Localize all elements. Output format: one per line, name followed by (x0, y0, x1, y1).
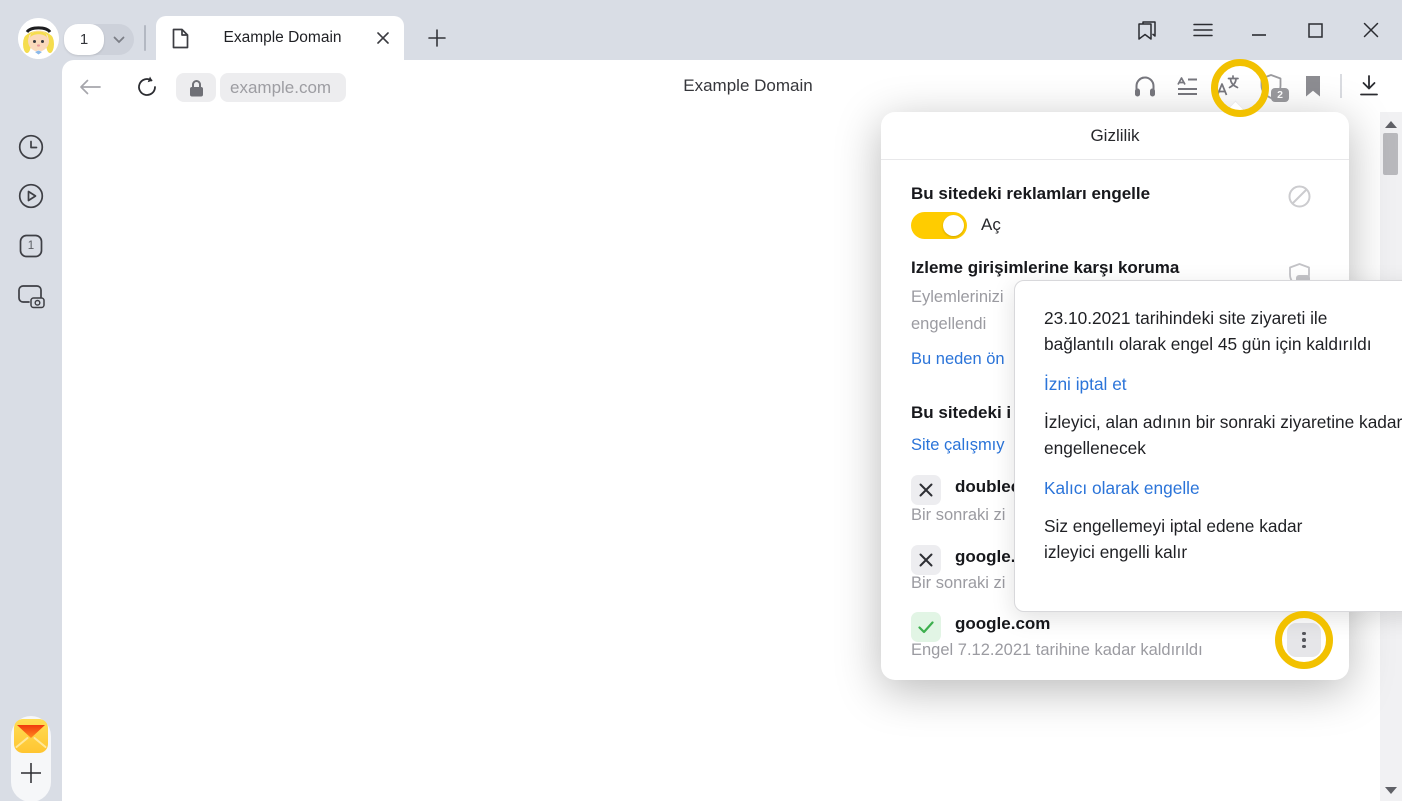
history-clock-icon[interactable] (9, 125, 53, 169)
tracker-status: Engel 7.12.2021 tarihine kadar kaldırıld… (911, 641, 1203, 660)
tab-example-domain[interactable]: Example Domain (156, 16, 404, 60)
screenshot-icon[interactable] (9, 274, 53, 318)
headphones-icon[interactable] (1124, 68, 1166, 104)
tab-close-icon[interactable] (376, 31, 390, 45)
tracker-name: google. (955, 547, 1015, 567)
site-not-working-link[interactable]: Site çalışmıy (911, 436, 1005, 455)
url-text: example.com (230, 78, 331, 98)
tracker-status: Bir sonraki zi (911, 506, 1005, 525)
play-icon[interactable] (9, 174, 53, 218)
profile-avatar[interactable] (18, 18, 59, 59)
page-title: Example Domain (600, 76, 896, 96)
shield-icon[interactable]: 2 (1250, 68, 1292, 104)
site-security-badge[interactable] (176, 73, 216, 102)
scroll-up-arrow[interactable] (1385, 121, 1397, 128)
close-icon[interactable] (1360, 19, 1382, 41)
window-controls (1136, 0, 1402, 60)
toolbar-icons: 2 (1124, 60, 1402, 112)
tracker-options-menu-icon[interactable] (1287, 623, 1321, 657)
revoke-description: İzleyici, alan adının bir sonraki ziyare… (1044, 409, 1402, 461)
tracker-status: Bir sonraki zi (911, 574, 1005, 593)
toggle-state-label: Aç (981, 215, 1001, 235)
new-tab-button[interactable] (424, 25, 450, 51)
minimize-icon[interactable] (1248, 19, 1270, 41)
tab-counter[interactable]: 1 (64, 24, 134, 55)
page-icon (172, 28, 189, 49)
tab-count-value: 1 (64, 24, 104, 55)
unblock-info-text: 23.10.2021 tarihindeki site ziyareti ile… (1044, 305, 1389, 357)
refresh-icon[interactable] (133, 73, 161, 101)
maximize-icon[interactable] (1304, 19, 1326, 41)
block-ads-heading: Bu sitedeki reklamları engelle (911, 184, 1150, 204)
download-icon[interactable] (1348, 68, 1390, 104)
tracker-name: doublec (955, 477, 1020, 497)
back-icon[interactable] (76, 73, 104, 101)
panel-title: Gizlilik (881, 112, 1349, 160)
mail-app-icon[interactable] (14, 719, 48, 753)
collections-icon[interactable] (1136, 19, 1158, 41)
block-permanently-description: Siz engellemeyi iptal edene kadar izleyi… (1044, 513, 1344, 565)
tab-separator (144, 25, 146, 51)
circle-slash-icon[interactable] (1288, 185, 1311, 208)
sidebar-apps-pill (11, 716, 51, 801)
blocked-x-icon[interactable] (911, 475, 941, 505)
address-bar[interactable]: example.com (220, 73, 346, 102)
block-permanently-link[interactable]: Kalıcı olarak engelle (1044, 475, 1402, 501)
translate-icon[interactable] (1208, 68, 1250, 104)
blocked-count-badge: 2 (1271, 88, 1289, 102)
revoke-permission-link[interactable]: İzni iptal et (1044, 371, 1402, 397)
reader-mode-icon[interactable] (1166, 68, 1208, 104)
lock-icon (189, 79, 204, 97)
chevron-down-icon[interactable] (104, 36, 134, 44)
scroll-down-arrow[interactable] (1385, 787, 1397, 794)
tracker-name: google.com (955, 614, 1050, 634)
add-app-plus-icon[interactable] (14, 753, 48, 793)
tabs-icon[interactable]: 1 (9, 224, 53, 268)
tabs-count-label: 1 (9, 224, 53, 268)
tracking-desc-line2: engellendi (911, 315, 986, 334)
avatar-illustration (18, 18, 59, 59)
sidebar: 1 (0, 60, 62, 801)
tracking-desc-line1: Eylemlerinizi (911, 288, 1004, 307)
tracking-protection-heading: Izleme girişimlerine karşı koruma (911, 258, 1179, 278)
menu-icon[interactable] (1192, 19, 1214, 41)
bookmark-icon[interactable] (1292, 68, 1334, 104)
toggle-knob (943, 215, 964, 236)
ads-toggle[interactable] (911, 212, 967, 239)
toolbar-divider (1340, 74, 1342, 98)
site-trackers-heading: Bu sitedeki i (911, 403, 1011, 423)
tab-bar: 1 Example Domain (0, 0, 1402, 60)
blocked-x-icon[interactable] (911, 545, 941, 575)
scrollbar-thumb[interactable] (1383, 133, 1398, 175)
tracker-options-flyout: 23.10.2021 tarihindeki site ziyareti ile… (1014, 280, 1402, 612)
tab-title: Example Domain (189, 29, 376, 47)
why-important-link[interactable]: Bu neden ön (911, 350, 1005, 369)
allowed-check-icon[interactable] (911, 612, 941, 642)
